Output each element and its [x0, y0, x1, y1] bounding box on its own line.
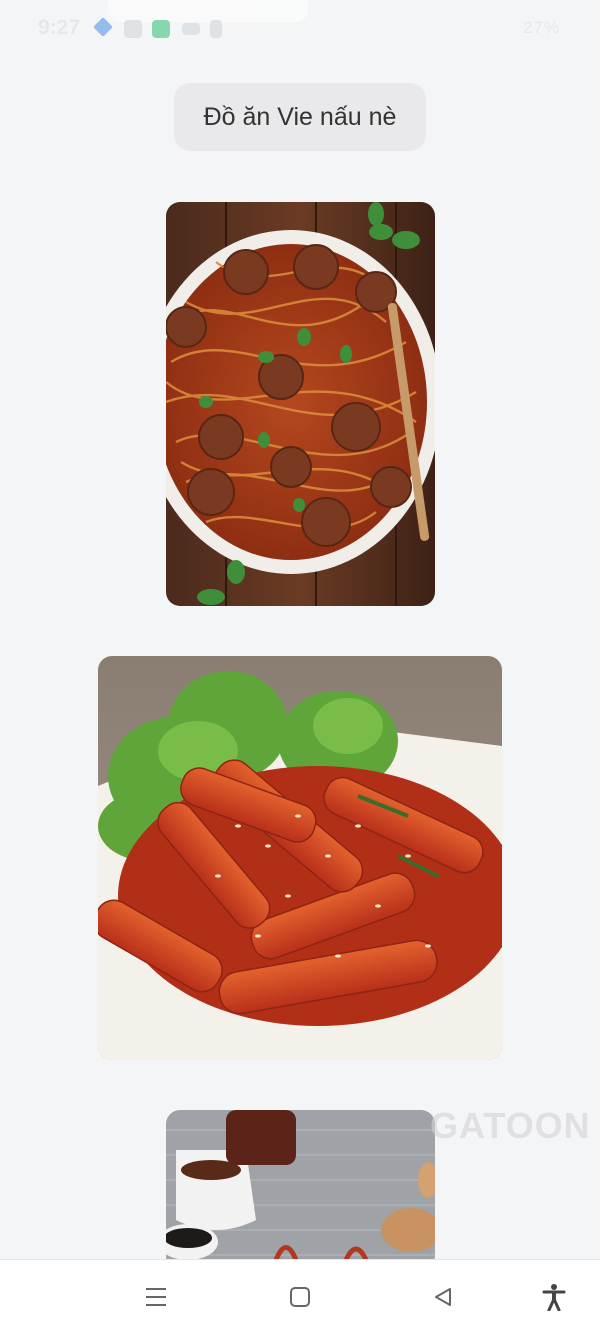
status-battery: 27%: [522, 18, 560, 37]
status-time: 9:27: [38, 16, 81, 39]
menu-lines-icon: [146, 1288, 166, 1306]
spaghetti-meatballs-photo[interactable]: [166, 202, 435, 606]
home-button[interactable]: [283, 1280, 317, 1314]
message-bubble[interactable]: Đồ ăn Vie nấu nè: [174, 83, 426, 151]
notification-pill: [108, 0, 308, 22]
tteokbokki-photo[interactable]: [98, 656, 502, 1060]
accessibility-person-icon: [542, 1284, 566, 1311]
square-home-icon: [290, 1287, 310, 1307]
status-bar: 9:27 27%: [0, 0, 600, 58]
tteokbokki-illustration: [98, 656, 502, 1060]
sauce-cups-photo[interactable]: [166, 1110, 435, 1270]
app-notification-icon-2: [124, 20, 142, 38]
sauce-cups-illustration: [166, 1110, 435, 1270]
app-notification-icon: [93, 17, 113, 37]
triangle-back-icon: [435, 1288, 451, 1306]
app-notification-icon-3: [152, 20, 170, 38]
navigation-bar: [0, 1259, 600, 1333]
spaghetti-illustration: [166, 202, 435, 606]
accessibility-button[interactable]: [537, 1280, 571, 1314]
flag-icon: [210, 20, 222, 38]
chat-screen: 9:27 27% Đồ ăn Vie nấu nè GATOON: [0, 0, 600, 1333]
watermark: GATOON: [430, 1105, 591, 1146]
mail-icon: [182, 23, 200, 35]
recent-apps-button[interactable]: [139, 1280, 173, 1314]
back-button[interactable]: [426, 1280, 460, 1314]
